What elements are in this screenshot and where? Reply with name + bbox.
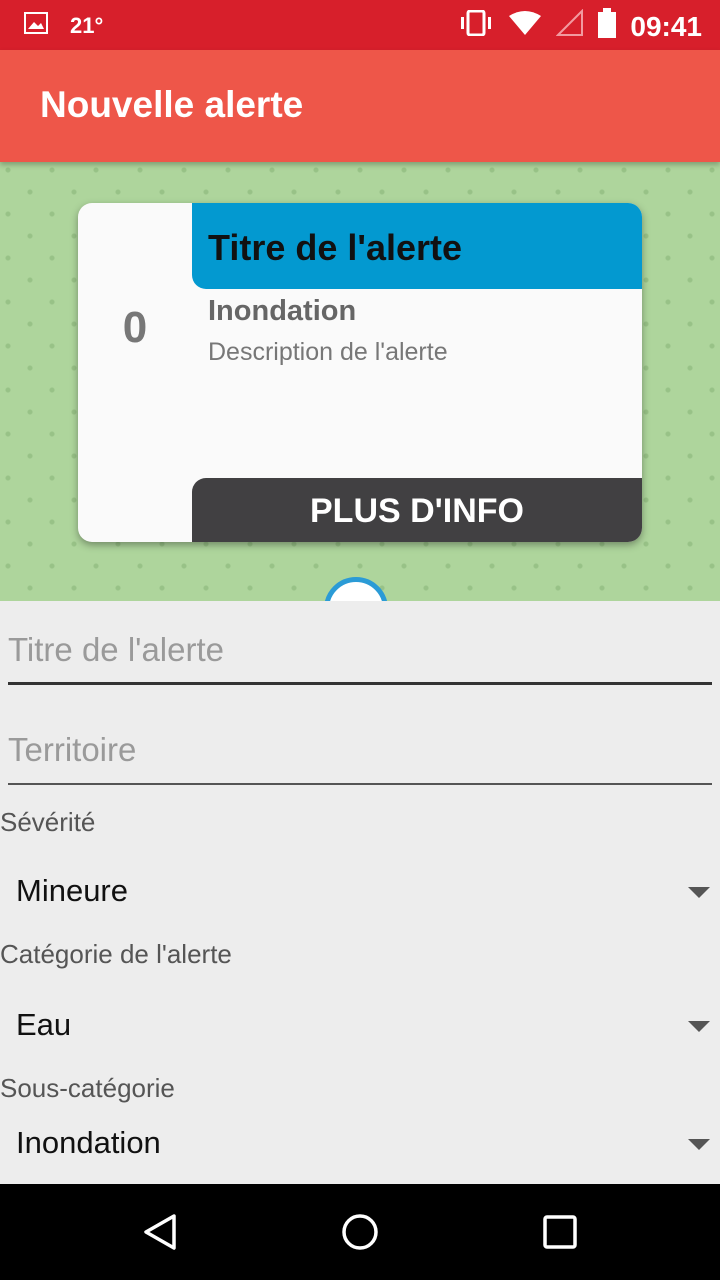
system-navigation-bar [0,1184,720,1280]
clock-text: 09:41 [630,10,702,42]
territory-underline [8,783,712,785]
more-info-button[interactable]: PLUS D'INFO [192,478,642,542]
app-bar: Nouvelle alerte [0,50,720,162]
severity-dropdown[interactable]: Mineure [0,863,720,923]
status-bar: 21° 09:41 [0,0,720,50]
chevron-down-icon [688,887,710,898]
map-view[interactable]: 0 Titre de l'alerte Inondation Descripti… [0,162,720,601]
recents-icon[interactable] [540,1212,580,1252]
alert-description: Description de l'alerte [208,338,448,366]
territory-input[interactable]: Territoire [8,701,712,785]
alert-category: Inondation [208,295,357,327]
severity-value: Mineure [16,873,128,908]
category-value: Eau [16,1007,72,1042]
chevron-down-icon [688,1021,710,1032]
severity-label: Sévérité [0,807,96,837]
alert-title-placeholder: Titre de l'alerte [8,631,224,668]
subcategory-value: Inondation [16,1125,161,1160]
alert-title-underline [8,682,712,685]
territory-placeholder: Territoire [8,731,137,768]
cell-signal-icon [555,8,584,44]
wifi-icon [508,10,542,43]
alert-preview-card[interactable]: 0 Titre de l'alerte Inondation Descripti… [78,203,642,542]
subcategory-label: Sous-catégorie [0,1073,175,1103]
back-icon[interactable] [140,1212,180,1252]
subcategory-dropdown[interactable]: Inondation [0,1115,720,1175]
temperature-text: 21° [70,13,104,38]
location-marker-icon[interactable] [324,577,388,601]
category-label: Catégorie de l'alerte [0,939,232,969]
battery-icon [598,8,617,45]
alert-count: 0 [122,303,148,352]
home-icon[interactable] [340,1212,380,1252]
alert-title-bar: Titre de l'alerte [192,203,642,289]
image-notification-icon [24,12,48,40]
chevron-down-icon [688,1139,710,1150]
page-title: Nouvelle alerte [40,84,304,125]
category-dropdown[interactable]: Eau [0,997,720,1057]
alert-title: Titre de l'alerte [208,227,463,268]
alert-title-input[interactable]: Titre de l'alerte [8,601,712,685]
vibrate-icon [458,9,494,43]
